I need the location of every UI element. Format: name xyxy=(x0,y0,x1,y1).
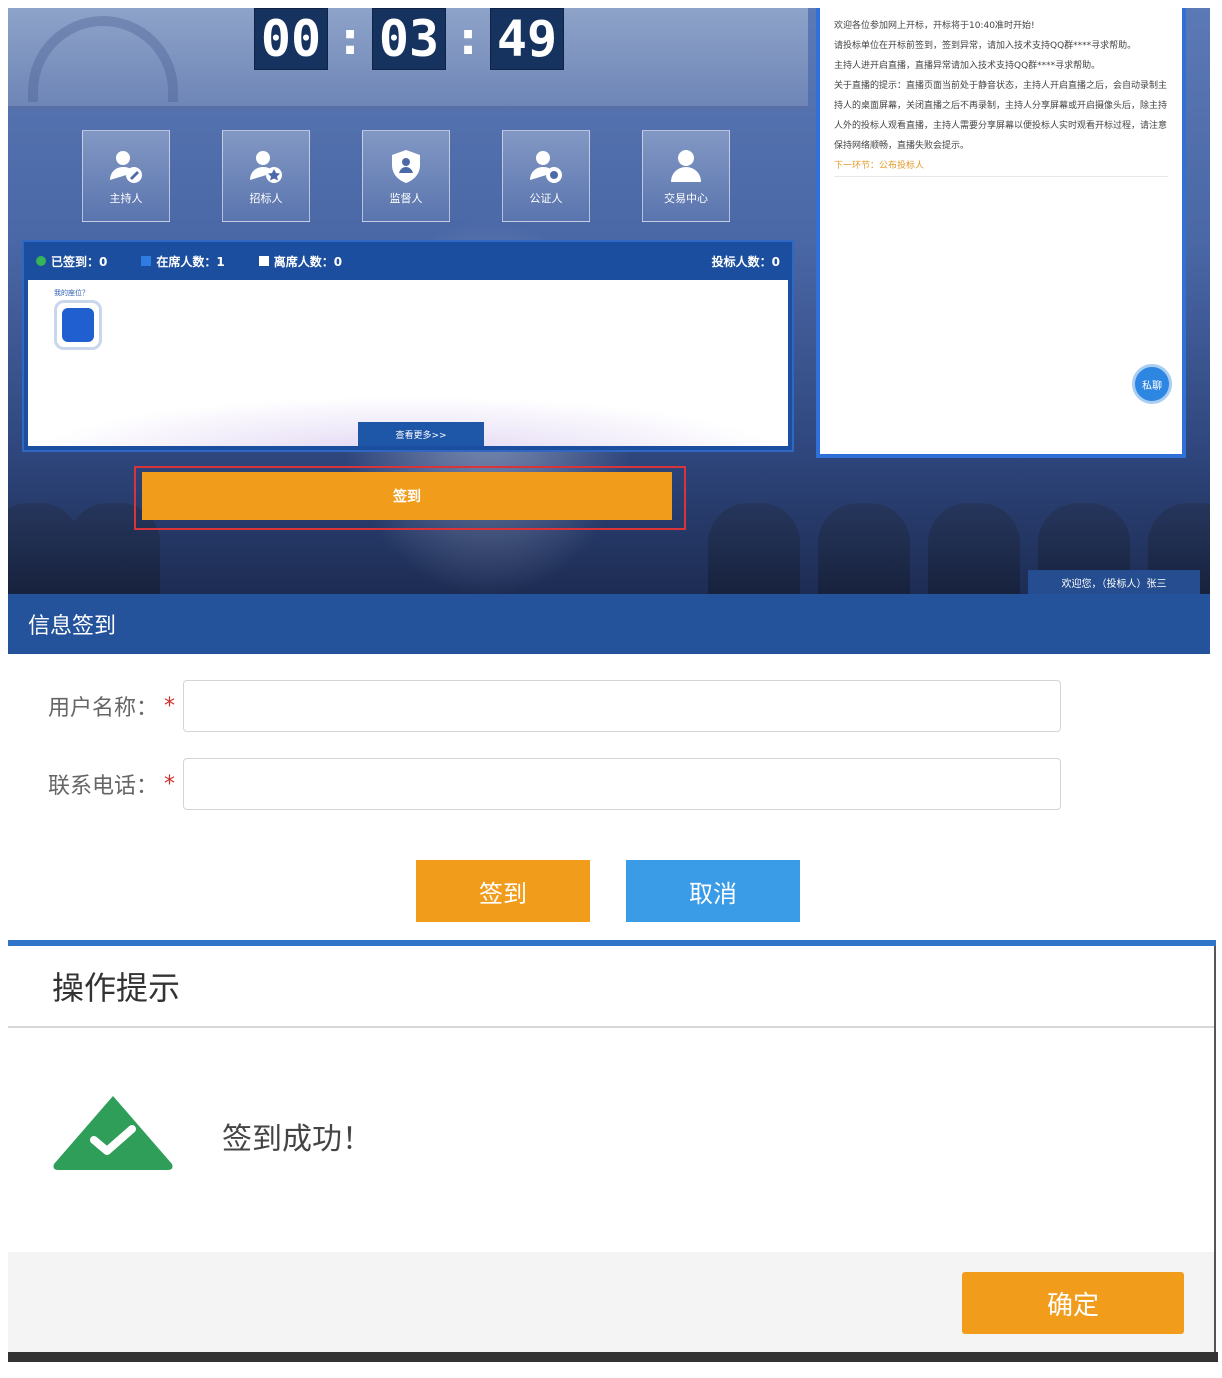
message-line: 主持人进开启直播，直播异常请加入技术支持QQ群****寻求帮助。 xyxy=(834,61,1101,71)
away-count: 离席人数：0 xyxy=(258,253,343,270)
role-buttons: 主持人 招标人 监督人 公证人 交易中心 xyxy=(82,130,730,222)
dialog-message: 签到成功！ xyxy=(222,1122,372,1157)
timer-separator: : xyxy=(341,13,359,65)
attendance-panel: 已签到：0 在席人数：1 离席人数：0 投标人数：0 我的座位？ 查看更多>> xyxy=(22,240,794,452)
form-title: 信息签到 xyxy=(8,594,1210,654)
message-panel: 欢迎各位参加网上开标，开标将于10:40准时开始! 请投标单位在开标前签到，签到… xyxy=(816,8,1186,458)
dialog-title: 操作提示 xyxy=(8,946,1214,1028)
bottom-edge xyxy=(8,1352,1218,1362)
role-label: 主持人 xyxy=(109,192,143,205)
signed-count: 已签到：0 xyxy=(36,253,107,270)
operation-tip-dialog: 操作提示 签到成功！ 确定 xyxy=(8,946,1216,1356)
username-row: 用户名称： * xyxy=(8,680,1061,732)
view-more-button[interactable]: 查看更多>> xyxy=(358,422,484,446)
bidder-count-text: 投标人数：0 xyxy=(711,254,780,269)
bidder-count: 投标人数：0 xyxy=(712,253,780,270)
seat-shape xyxy=(818,503,910,594)
required-mark: * xyxy=(164,693,175,719)
attendance-stats: 已签到：0 在席人数：1 离席人数：0 投标人数：0 xyxy=(24,242,792,280)
role-label: 交易中心 xyxy=(664,192,708,205)
confirm-button[interactable]: 确定 xyxy=(962,1272,1184,1334)
phone-label: 联系电话： xyxy=(47,774,158,799)
top-sign-in-button[interactable]: 签到 xyxy=(142,472,672,520)
sign-in-form: 用户名称： * 联系电话： * 签到 取消 xyxy=(8,654,1210,940)
required-mark: * xyxy=(164,771,175,797)
role-label: 招标人 xyxy=(249,192,283,205)
role-notary-button[interactable]: 公证人 xyxy=(502,130,590,222)
phone-input[interactable] xyxy=(183,758,1061,810)
success-check-icon xyxy=(53,1096,173,1170)
online-count: 在席人数：1 xyxy=(141,253,225,270)
username-input[interactable] xyxy=(183,680,1061,732)
role-host-button[interactable]: 主持人 xyxy=(82,130,170,222)
countdown-timer: 00 : 03 : 49 xyxy=(254,8,564,70)
timer-seconds: 49 xyxy=(490,8,564,70)
my-seat-label: 我的座位？ xyxy=(54,289,89,297)
message-line: 关于直播的提示：直播页面当前处于静音状态，主持人开启直播之后，会自动录制主持人的… xyxy=(834,81,1168,151)
submit-sign-in-button[interactable]: 签到 xyxy=(416,860,590,922)
user-seal-icon xyxy=(530,151,562,183)
timer-hours: 00 xyxy=(254,8,328,70)
welcome-user: 欢迎您，（投标人）张三 xyxy=(1028,570,1200,594)
seat-chair-icon[interactable] xyxy=(54,300,102,350)
cancel-button[interactable]: 取消 xyxy=(626,860,800,922)
role-supervisor-button[interactable]: 监督人 xyxy=(362,130,450,222)
username-label: 用户名称： xyxy=(47,696,158,721)
online-square-icon xyxy=(141,256,152,266)
signed-count-text: 已签到：0 xyxy=(51,254,108,269)
bid-room-panel: 00 : 03 : 49 主持人 招标人 监督人 公证人 交易中心 已签到：0 xyxy=(8,8,1210,594)
user-icon xyxy=(671,150,701,182)
role-tenderer-button[interactable]: 招标人 xyxy=(222,130,310,222)
check-icon xyxy=(36,256,46,266)
role-trade-center-button[interactable]: 交易中心 xyxy=(642,130,730,222)
private-chat-button[interactable]: 私聊 xyxy=(1132,364,1172,404)
user-edit-icon xyxy=(110,151,142,183)
seat-shape xyxy=(928,503,1020,594)
role-label: 公证人 xyxy=(529,192,563,205)
dialog-footer: 确定 xyxy=(8,1252,1214,1352)
timer-minutes: 03 xyxy=(372,8,446,70)
message-line: 请投标单位在开标前签到，签到异常，请加入技术支持QQ群****寻求帮助。 xyxy=(834,41,1137,51)
phone-row: 联系电话： * xyxy=(8,758,1061,810)
message-line: 欢迎各位参加网上开标，开标将于10:40准时开始! xyxy=(834,21,1035,31)
seat-area: 我的座位？ 查看更多>> xyxy=(28,280,788,446)
away-square-icon xyxy=(258,256,269,266)
user-star-icon xyxy=(250,151,282,183)
next-step-link[interactable]: 下一环节：公布投标人 xyxy=(834,156,1168,177)
role-label: 监督人 xyxy=(389,192,423,205)
timer-separator: : xyxy=(459,13,477,65)
dome-decoration xyxy=(28,16,178,102)
online-count-text: 在席人数：1 xyxy=(156,254,225,269)
away-count-text: 离席人数：0 xyxy=(273,254,343,269)
shield-user-icon xyxy=(392,150,420,183)
seat-shape xyxy=(708,503,800,594)
